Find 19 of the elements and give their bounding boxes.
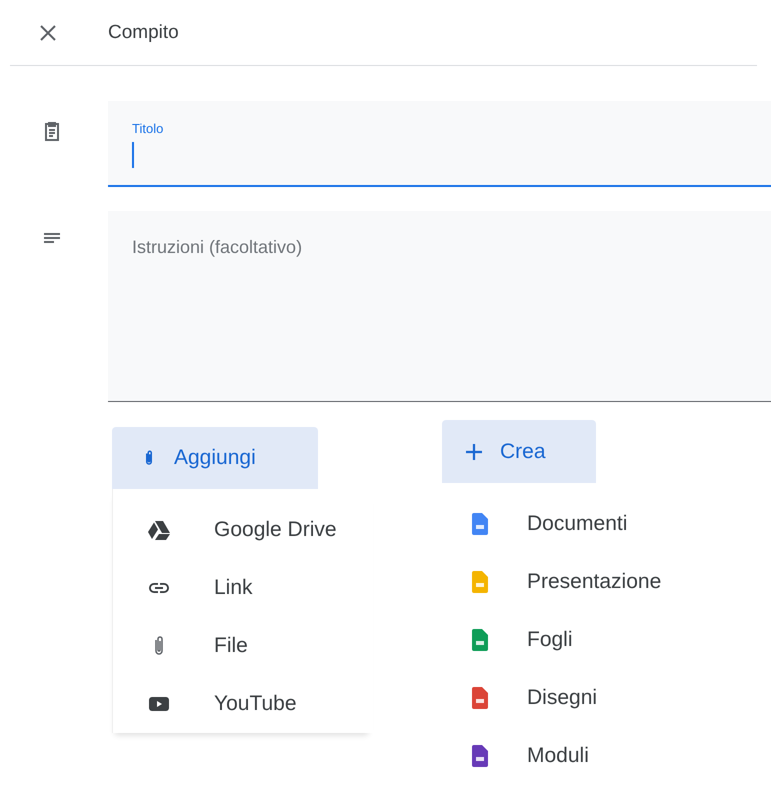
menu-item[interactable]: Moduli [442,727,771,785]
menu-item[interactable]: Presentazione [442,553,771,611]
text-cursor [132,142,134,168]
menu-item[interactable]: File [113,617,373,675]
page-title: Compito [108,22,179,44]
menu-item[interactable]: YouTube [113,675,373,733]
menu-item[interactable]: Disegni [442,669,771,727]
field-label: Titolo [132,121,164,136]
menu-item[interactable]: Fogli [442,611,771,669]
triangle-logo-icon [147,518,171,542]
close-icon [39,24,57,42]
menu-item[interactable]: Link [113,559,373,617]
create-button[interactable]: Crea [442,420,596,483]
menu-item[interactable]: Documenti [442,495,771,553]
plus-icon [464,442,484,462]
instructions-field[interactable]: Istruzioni (facoltativo) [108,211,771,402]
add-button[interactable]: Aggiungi [112,427,318,489]
title-field[interactable]: Titolo [108,101,771,187]
menu-item[interactable]: Google Drive [113,501,373,559]
